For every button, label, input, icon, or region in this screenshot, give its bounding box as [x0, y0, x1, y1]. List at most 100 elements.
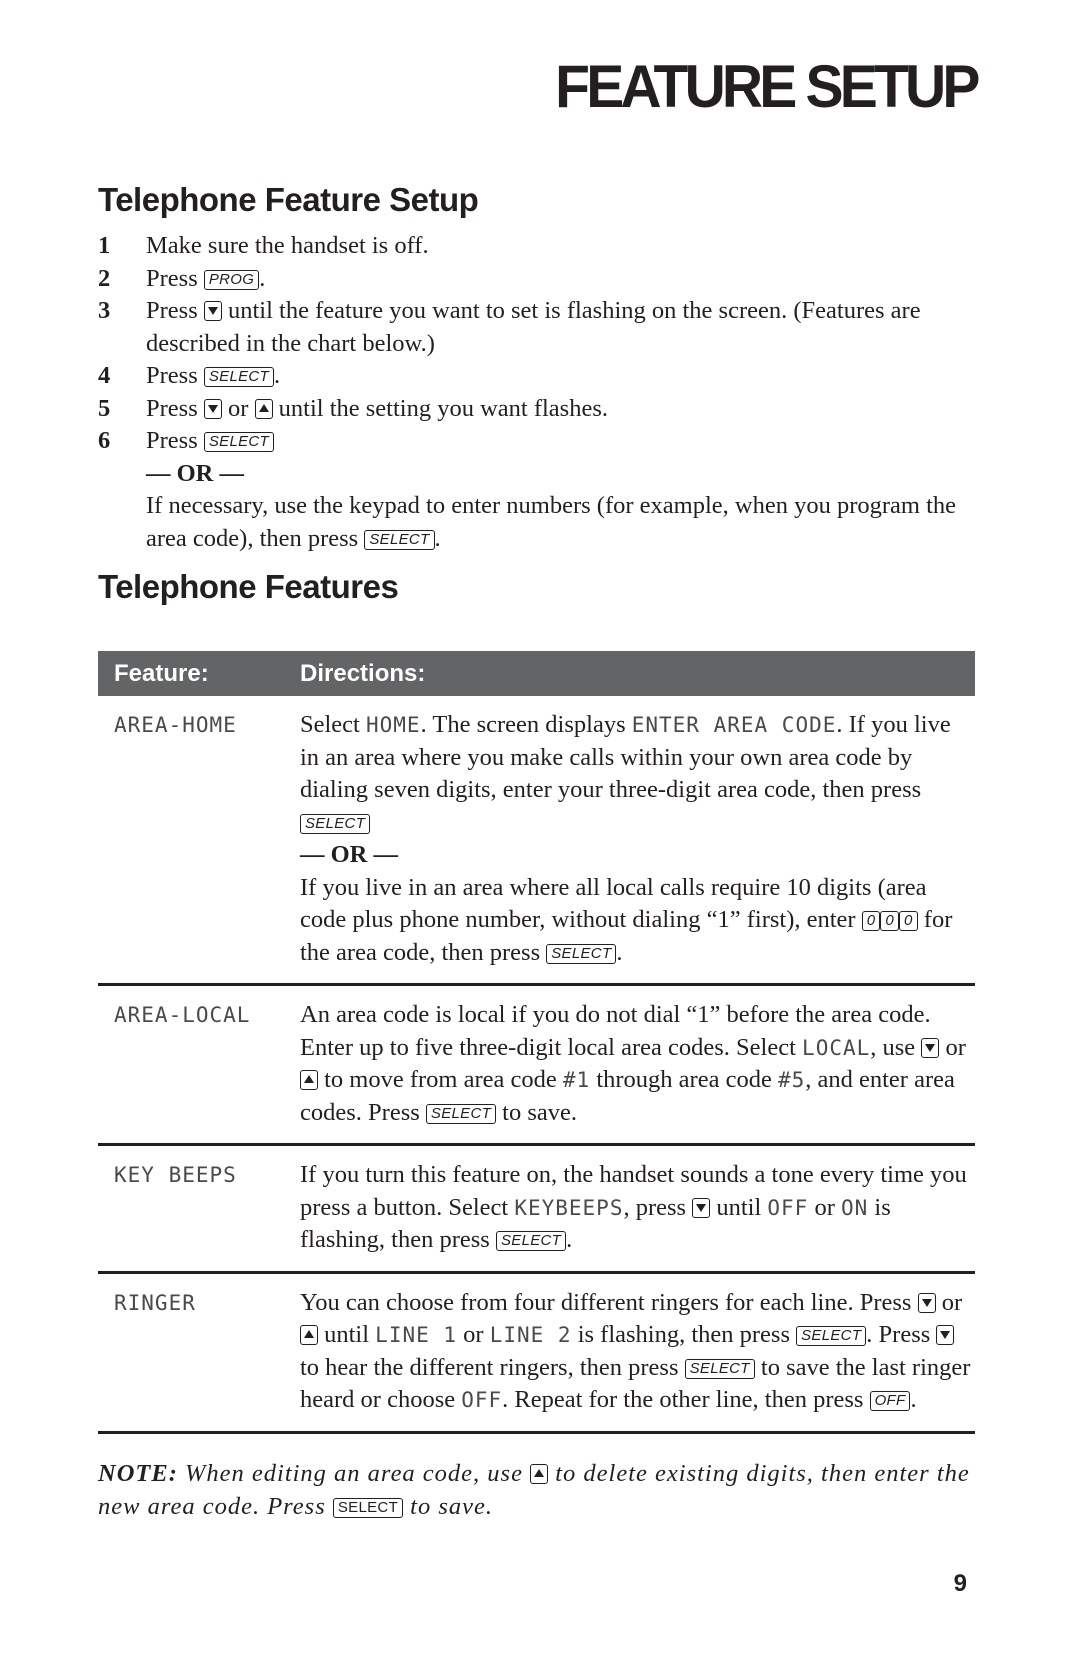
select-key-icon: SELECT — [495, 1231, 567, 1251]
step-number: 3 — [98, 297, 111, 324]
directions-text: . Press — [866, 1321, 937, 1348]
step-text: If necessary, use the keypad to enter nu… — [146, 492, 957, 552]
note: NOTE: When editing an area code, use to … — [98, 1458, 978, 1523]
step-number: 5 — [98, 394, 111, 422]
feature-name: AREA-HOME — [114, 713, 237, 737]
step-text: Press — [146, 394, 204, 422]
lcd-text: #1 — [562, 1068, 591, 1092]
table-row: AREA-HOME Select HOME. The screen displa… — [98, 696, 975, 986]
column-header-directions: Directions: — [300, 659, 426, 687]
select-key-icon: SELECT — [684, 1358, 755, 1379]
setup-heading: Telephone Feature Setup — [98, 181, 479, 218]
select-key-icon: SELECT — [364, 529, 435, 550]
note-text: When editing an area code, use — [177, 1460, 531, 1487]
up-arrow-key-icon — [254, 398, 273, 419]
down-arrow-key-icon — [917, 1292, 936, 1313]
step-text: Make sure the handset is off. — [146, 232, 429, 259]
directions-text: . — [616, 938, 623, 966]
setup-steps: 1 Make sure the handset is off. 2 Press … — [98, 230, 978, 555]
off-key-icon: OFF — [869, 1391, 911, 1411]
feature-directions: You can choose from four different ringe… — [300, 1274, 975, 1431]
directions-text: or — [808, 1193, 841, 1221]
zero-key-icon: 0 — [880, 911, 900, 931]
note-label: NOTE: — [98, 1460, 178, 1487]
directions-text: , use — [870, 1033, 922, 1061]
select-key-icon: SELECT — [546, 943, 617, 964]
step-1: 1 Make sure the handset is off. — [98, 230, 978, 263]
table-header: Feature: Directions: — [98, 651, 975, 696]
zero-key-icon: 0 — [899, 911, 918, 931]
step-2: 2 Press PROG. — [98, 263, 978, 296]
features-heading: Telephone Features — [98, 568, 399, 605]
down-arrow-key-icon — [203, 301, 222, 321]
lcd-text: LOCAL — [802, 1035, 871, 1060]
directions-text: to move from area code — [318, 1066, 563, 1093]
step-5: 5 Press or until the setting you want fl… — [98, 393, 978, 426]
page-number: 9 — [953, 1570, 967, 1597]
directions-text: . — [566, 1226, 573, 1253]
directions-text: through area code — [590, 1066, 778, 1093]
step-4: 4 Press SELECT. — [98, 360, 978, 393]
directions-text: to save. — [496, 1098, 578, 1126]
feature-directions: Select HOME. The screen displays ENTER A… — [300, 696, 975, 983]
features-table: Feature: Directions: AREA-HOME Select HO… — [98, 651, 975, 1434]
lcd-text: OFF — [461, 1388, 503, 1412]
step-text: . — [259, 264, 266, 292]
directions-text: or — [935, 1288, 963, 1316]
lcd-text: LINE 2 — [489, 1323, 572, 1347]
select-key-icon: SELECT — [300, 813, 371, 834]
directions-text: or — [457, 1321, 490, 1348]
directions-text: is flashing, then press — [571, 1321, 797, 1348]
up-arrow-key-icon — [300, 1325, 318, 1345]
feature-directions: An area code is local if you do not dial… — [300, 986, 975, 1143]
table-row: RINGER You can choose from four differen… — [98, 1274, 975, 1434]
directions-text: or — [939, 1033, 966, 1061]
lcd-text: ON — [841, 1195, 869, 1220]
lcd-text: LINE 1 — [375, 1323, 458, 1347]
lcd-text: KEYBEEPS — [514, 1195, 624, 1220]
or-separator: — OR — — [146, 459, 244, 487]
directions-text: You can choose from four different ringe… — [300, 1288, 918, 1316]
step-text: Press — [146, 427, 204, 454]
directions-text: , press — [623, 1193, 693, 1221]
select-key-icon: SELECT — [203, 367, 275, 387]
lcd-text: HOME — [366, 713, 421, 737]
lcd-text: #5 — [777, 1068, 806, 1092]
step-text: or — [221, 394, 255, 422]
step-text: . — [274, 362, 281, 389]
table-row: KEY BEEPS If you turn this feature on, t… — [98, 1146, 975, 1274]
feature-name: RINGER — [114, 1290, 196, 1315]
feature-name: AREA-LOCAL — [114, 1003, 251, 1027]
feature-name: KEY BEEPS — [114, 1163, 237, 1187]
column-header-feature: Feature: — [114, 659, 209, 687]
step-text: until the setting you want flashes. — [272, 394, 608, 422]
prog-key-icon: PROG — [203, 269, 260, 290]
up-arrow-key-icon — [300, 1070, 318, 1090]
zero-key-icon: 0 — [861, 911, 881, 931]
lcd-text: OFF — [767, 1195, 809, 1220]
select-key-icon: SELECT — [332, 1497, 404, 1518]
select-key-icon: SELECT — [796, 1326, 867, 1346]
step-text: until the feature you want to set is fla… — [146, 297, 921, 357]
step-text: Press — [146, 362, 204, 389]
down-arrow-key-icon — [936, 1325, 955, 1345]
step-number: 6 — [98, 427, 111, 454]
step-text: Press — [146, 264, 204, 292]
step-6: 6 Press SELECT — OR — If necessary, use … — [98, 425, 978, 555]
directions-text: . — [910, 1386, 917, 1413]
step-3: 3 Press until the feature you want to se… — [98, 295, 978, 360]
directions-text: . The screen displays — [420, 711, 632, 738]
table-row: AREA-LOCAL An area code is local if you … — [98, 986, 975, 1146]
step-number: 4 — [98, 362, 111, 389]
directions-text: until — [318, 1321, 376, 1348]
or-separator: — OR — — [300, 841, 398, 868]
down-arrow-key-icon — [692, 1197, 711, 1218]
step-text: . — [434, 524, 441, 552]
directions-text: Select — [300, 711, 366, 738]
select-key-icon: SELECT — [425, 1103, 497, 1124]
directions-text: . Repeat for the other line, then press — [502, 1386, 870, 1413]
lcd-text: ENTER AREA CODE — [631, 713, 837, 737]
step-number: 2 — [98, 264, 111, 292]
down-arrow-key-icon — [921, 1037, 940, 1058]
step-number: 1 — [98, 232, 111, 259]
